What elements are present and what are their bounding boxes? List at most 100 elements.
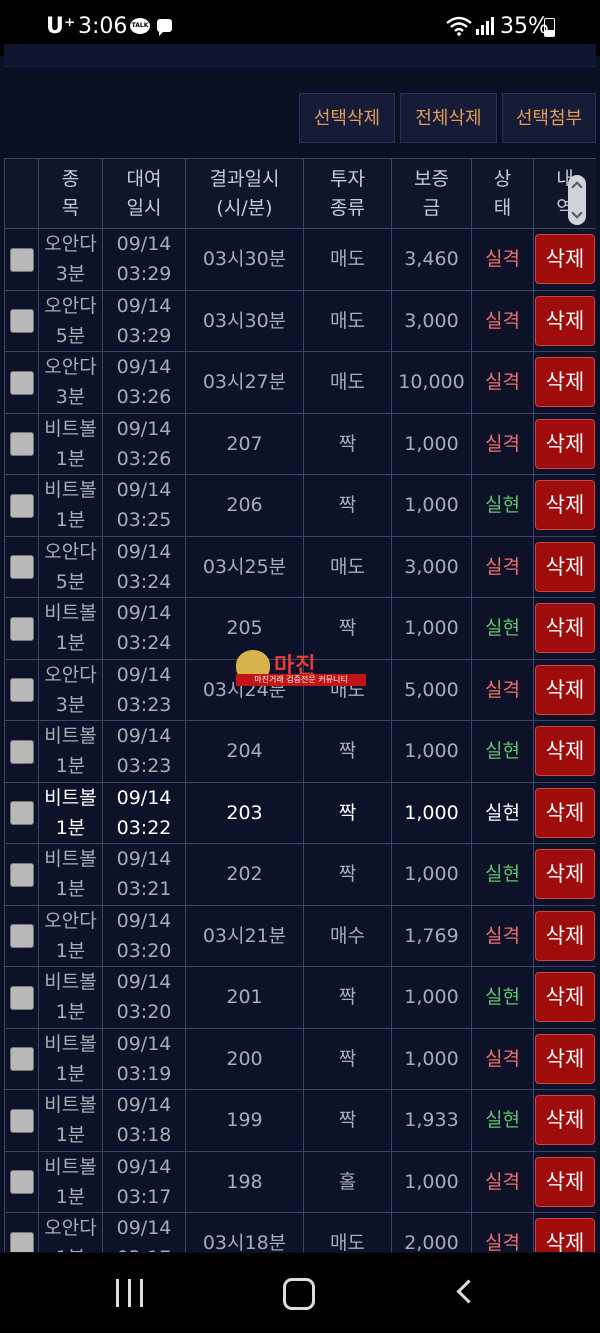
delete-button[interactable]: 삭제 bbox=[535, 1033, 595, 1084]
row-checkbox[interactable] bbox=[9, 555, 34, 580]
recent-apps-icon[interactable] bbox=[116, 1279, 144, 1307]
delete-button[interactable]: 삭제 bbox=[535, 972, 595, 1023]
delete-button[interactable]: 삭제 bbox=[535, 787, 595, 838]
row-status: 실현 bbox=[471, 781, 534, 844]
row-checkbox[interactable] bbox=[9, 1231, 34, 1252]
row-invest-type: 매도 bbox=[303, 535, 392, 598]
select-attach-button[interactable]: 선택첨부 bbox=[502, 93, 596, 143]
row-checkbox[interactable] bbox=[9, 1047, 34, 1072]
trade-history-table: 종 목 대여 일시 결과일시 (시/분) 투자 종류 보증 금 상 태 내 역 … bbox=[4, 158, 596, 1252]
delete-button[interactable]: 삭제 bbox=[535, 726, 595, 777]
table-row: 비트볼 1분 09/14 03:23 204 짝 1,000 실현 삭제 bbox=[4, 720, 596, 783]
row-trade-time: 09/14 03:22 bbox=[102, 781, 186, 844]
delete-button[interactable]: 삭제 bbox=[535, 418, 595, 469]
header-result-time: 결과일시 (시/분) bbox=[185, 158, 304, 229]
row-checkbox[interactable] bbox=[9, 678, 34, 703]
row-trade-time: 09/14 03:29 bbox=[102, 228, 186, 291]
row-invest-type: 홀 bbox=[303, 1150, 392, 1213]
delete-button[interactable]: 삭제 bbox=[535, 1218, 595, 1252]
row-item: 비트볼 1분 bbox=[38, 781, 103, 844]
delete-button[interactable]: 삭제 bbox=[535, 910, 595, 961]
row-action-cell: 삭제 bbox=[533, 289, 596, 352]
row-status: 실현 bbox=[471, 966, 534, 1029]
delete-button[interactable]: 삭제 bbox=[535, 1156, 595, 1207]
row-checkbox[interactable] bbox=[9, 309, 34, 334]
row-invest-type: 짝 bbox=[303, 843, 392, 906]
table-row: 비트볼 1분 09/14 03:22 203 짝 1,000 실현 삭제 bbox=[4, 781, 596, 844]
row-action-cell: 삭제 bbox=[533, 1089, 596, 1152]
delete-button[interactable]: 삭제 bbox=[535, 480, 595, 531]
row-deposit: 1,000 bbox=[391, 1150, 472, 1213]
delete-button[interactable]: 삭제 bbox=[535, 234, 595, 285]
row-item: 비트볼 1분 bbox=[38, 1089, 103, 1152]
row-checkbox[interactable] bbox=[9, 247, 34, 272]
row-trade-time: 09/14 03:24 bbox=[102, 597, 186, 660]
row-status: 실격 bbox=[471, 412, 534, 475]
delete-button[interactable]: 삭제 bbox=[535, 541, 595, 592]
row-action-cell: 삭제 bbox=[533, 1027, 596, 1090]
row-status: 실현 bbox=[471, 597, 534, 660]
row-checkbox[interactable] bbox=[9, 985, 34, 1010]
row-item: 비트볼 1분 bbox=[38, 597, 103, 660]
row-deposit: 1,000 bbox=[391, 843, 472, 906]
row-invest-type: 매도 bbox=[303, 351, 392, 414]
delete-button[interactable]: 삭제 bbox=[535, 849, 595, 900]
row-checkbox[interactable] bbox=[9, 1170, 34, 1195]
row-action-cell: 삭제 bbox=[533, 474, 596, 537]
row-checkbox[interactable] bbox=[9, 924, 34, 949]
row-action-cell: 삭제 bbox=[533, 966, 596, 1029]
row-invest-type: 매도 bbox=[303, 1212, 392, 1252]
row-item: 비트볼 1분 bbox=[38, 843, 103, 906]
delete-button[interactable]: 삭제 bbox=[535, 1095, 595, 1146]
row-action-cell: 삭제 bbox=[533, 535, 596, 598]
row-select-cell bbox=[4, 412, 39, 475]
row-checkbox[interactable] bbox=[9, 801, 34, 826]
row-invest-type: 짝 bbox=[303, 474, 392, 537]
scroll-handle-icon[interactable] bbox=[568, 175, 586, 225]
row-checkbox[interactable] bbox=[9, 739, 34, 764]
row-item: 오안다 1분 bbox=[38, 1212, 103, 1252]
table-row: 오안다 1분 09/14 03:20 03시21분 매수 1,769 실격 삭제 bbox=[4, 904, 596, 967]
home-icon[interactable] bbox=[283, 1278, 315, 1310]
row-trade-time: 09/14 03:17 bbox=[102, 1212, 186, 1252]
row-result-time: 201 bbox=[185, 966, 304, 1029]
row-checkbox[interactable] bbox=[9, 1108, 34, 1133]
row-checkbox[interactable] bbox=[9, 862, 34, 887]
row-checkbox[interactable] bbox=[9, 493, 34, 518]
header-result-time-label: 결과일시 (시/분) bbox=[209, 167, 280, 219]
row-checkbox[interactable] bbox=[9, 432, 34, 457]
row-select-cell bbox=[4, 228, 39, 291]
clock: 3:06 bbox=[78, 14, 128, 39]
back-icon[interactable] bbox=[456, 1279, 481, 1304]
row-checkbox[interactable] bbox=[9, 616, 34, 641]
table-row: 비트볼 1분 09/14 03:19 200 짝 1,000 실격 삭제 bbox=[4, 1027, 596, 1090]
table-row: 비트볼 1분 09/14 03:18 199 짝 1,933 실현 삭제 bbox=[4, 1089, 596, 1152]
delete-button[interactable]: 삭제 bbox=[535, 295, 595, 346]
row-status: 실격 bbox=[471, 1212, 534, 1252]
row-deposit: 1,000 bbox=[391, 597, 472, 660]
row-status: 실현 bbox=[471, 474, 534, 537]
row-deposit: 3,000 bbox=[391, 535, 472, 598]
delete-button[interactable]: 삭제 bbox=[535, 603, 595, 654]
row-deposit: 1,933 bbox=[391, 1089, 472, 1152]
row-select-cell bbox=[4, 1150, 39, 1213]
header-status-label: 상 태 bbox=[493, 167, 512, 219]
select-delete-button[interactable]: 선택삭제 bbox=[299, 93, 395, 143]
row-action-cell: 삭제 bbox=[533, 658, 596, 721]
table-row: 비트볼 1분 09/14 03:25 206 짝 1,000 실현 삭제 bbox=[4, 474, 596, 537]
row-result-time: 206 bbox=[185, 474, 304, 537]
header-deposit-label: 보증 금 bbox=[414, 167, 449, 219]
row-deposit: 5,000 bbox=[391, 658, 472, 721]
header-item-label: 종 목 bbox=[61, 167, 80, 219]
row-action-cell: 삭제 bbox=[533, 781, 596, 844]
table-row: 비트볼 1분 09/14 03:17 198 홀 1,000 실격 삭제 bbox=[4, 1150, 596, 1213]
delete-button[interactable]: 삭제 bbox=[535, 357, 595, 408]
trade-history-table-container[interactable]: 종 목 대여 일시 결과일시 (시/분) 투자 종류 보증 금 상 태 내 역 … bbox=[4, 158, 596, 1252]
row-checkbox[interactable] bbox=[9, 370, 34, 395]
table-row: 비트볼 1분 09/14 03:20 201 짝 1,000 실현 삭제 bbox=[4, 966, 596, 1029]
row-deposit: 1,000 bbox=[391, 781, 472, 844]
delete-button[interactable]: 삭제 bbox=[535, 664, 595, 715]
row-result-time: 207 bbox=[185, 412, 304, 475]
row-item: 비트볼 1분 bbox=[38, 474, 103, 537]
delete-all-button[interactable]: 전체삭제 bbox=[400, 93, 497, 143]
